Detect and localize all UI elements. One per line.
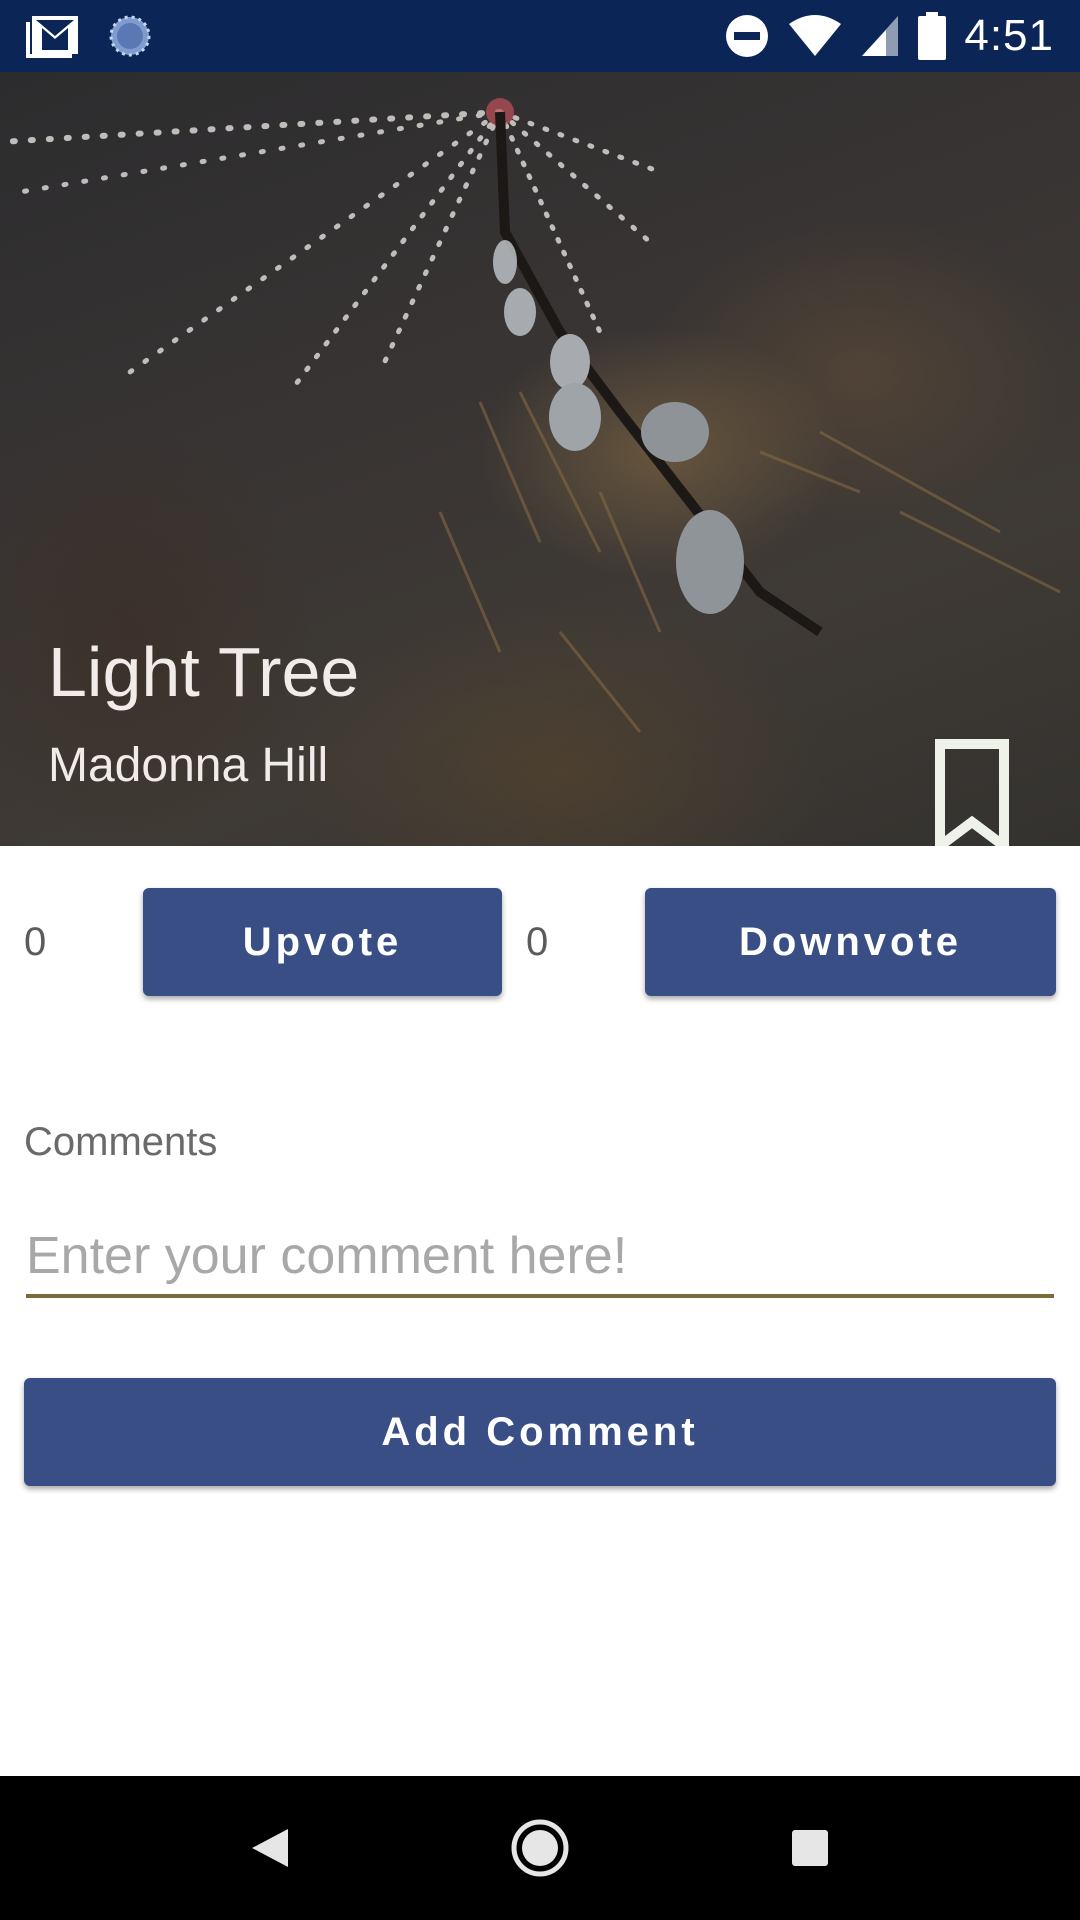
system-nav-bar <box>0 1776 1080 1920</box>
upvote-count: 0 <box>24 920 47 964</box>
place-title: Light Tree <box>48 633 360 711</box>
downvote-button[interactable]: Downvote <box>645 888 1056 996</box>
wifi-icon <box>789 15 842 56</box>
do-not-disturb-icon <box>726 15 769 57</box>
back-icon[interactable] <box>234 1812 306 1884</box>
place-hero-image: Light Tree Madonna Hill <box>0 72 1080 846</box>
status-left-icons <box>26 12 152 60</box>
bookmark-outline-icon[interactable] <box>934 738 1010 846</box>
home-icon[interactable] <box>504 1812 576 1884</box>
battery-icon <box>918 12 947 60</box>
gmail-icon <box>26 16 78 58</box>
cell-signal-icon <box>862 16 899 56</box>
hero-photo-art <box>0 98 1061 733</box>
sync-icon <box>109 15 151 57</box>
status-right-icons: 4:51 <box>724 11 1054 60</box>
comment-input[interactable] <box>26 1218 1054 1298</box>
place-subtitle: Madonna Hill <box>48 739 329 792</box>
downvote-count: 0 <box>526 920 549 964</box>
status-bar: 4:51 <box>0 0 1080 72</box>
comments-label: Comments <box>24 1120 218 1164</box>
add-comment-button[interactable]: Add Comment <box>24 1378 1056 1486</box>
status-time: 4:51 <box>964 11 1054 60</box>
recents-icon[interactable] <box>774 1812 846 1884</box>
upvote-button[interactable]: Upvote <box>143 888 502 996</box>
